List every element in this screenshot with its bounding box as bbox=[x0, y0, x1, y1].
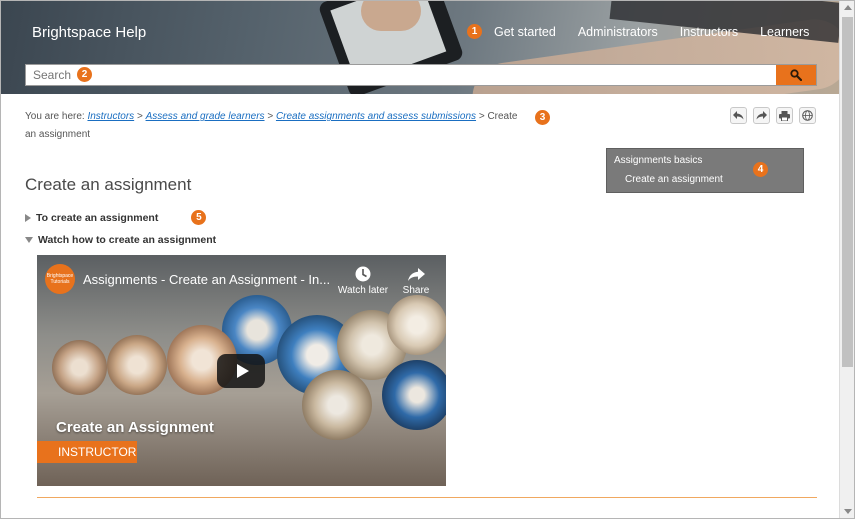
video-bg-roll bbox=[382, 360, 446, 430]
nav-learners[interactable]: Learners bbox=[760, 25, 809, 39]
video-bg-roll bbox=[52, 340, 107, 395]
expander-label: To create an assignment bbox=[36, 211, 159, 224]
video-player[interactable]: Brightspace Tutorials Assignments - Crea… bbox=[37, 255, 446, 486]
language-button[interactable] bbox=[799, 107, 816, 124]
site-title[interactable]: Brightspace Help bbox=[32, 24, 146, 41]
search-bar: 2 bbox=[25, 64, 817, 86]
callout-badge-2: 2 bbox=[77, 67, 92, 82]
breadcrumb-link-instructors[interactable]: Instructors bbox=[87, 111, 134, 122]
caret-right-icon bbox=[25, 213, 31, 222]
page-title: Create an assignment bbox=[25, 175, 192, 194]
expander-watch-how[interactable]: Watch how to create an assignment bbox=[25, 234, 216, 246]
expander-to-create-assignment[interactable]: To create an assignment 5 bbox=[25, 210, 207, 225]
expander-label: Watch how to create an assignment bbox=[38, 234, 217, 246]
search-input[interactable] bbox=[26, 65, 778, 85]
scrollbar-thumb[interactable] bbox=[842, 17, 853, 367]
video-overlay-title: Create an Assignment bbox=[56, 419, 214, 436]
callout-badge-4: 4 bbox=[753, 162, 768, 177]
browser-frame: Brightspace Help 1 Get started Administr… bbox=[0, 0, 855, 519]
forward-arrow-icon bbox=[756, 111, 767, 120]
breadcrumb-prefix: You are here: bbox=[25, 111, 85, 122]
search-button[interactable] bbox=[776, 65, 816, 85]
globe-icon bbox=[802, 110, 813, 121]
share-arrow-icon bbox=[408, 268, 425, 281]
breadcrumb-link-assess[interactable]: Assess and grade learners bbox=[146, 111, 265, 122]
print-button[interactable] bbox=[776, 107, 793, 124]
nav-administrators[interactable]: Administrators bbox=[578, 25, 658, 39]
page-tools bbox=[730, 107, 822, 124]
header-banner: Brightspace Help 1 Get started Administr… bbox=[1, 1, 839, 94]
toc-item-create-assignment[interactable]: Create an assignment bbox=[625, 174, 723, 185]
forward-button[interactable] bbox=[753, 107, 770, 124]
section-divider bbox=[37, 497, 817, 498]
video-bg-roll bbox=[302, 370, 372, 440]
channel-logo[interactable]: Brightspace Tutorials bbox=[45, 264, 75, 294]
top-nav: 1 Get started Administrators Instructors… bbox=[467, 24, 831, 39]
callout-badge-5: 5 bbox=[191, 210, 207, 225]
share-label: Share bbox=[402, 285, 430, 296]
nav-get-started[interactable]: Get started bbox=[494, 25, 556, 39]
banner-photo-hand bbox=[361, 1, 421, 31]
breadcrumb: You are here: Instructors > Assess and g… bbox=[25, 108, 550, 144]
callout-badge-1: 1 bbox=[467, 24, 482, 39]
nav-instructors[interactable]: Instructors bbox=[680, 25, 738, 39]
callout-badge-3: 3 bbox=[535, 110, 550, 125]
back-button[interactable] bbox=[730, 107, 747, 124]
share-button[interactable]: Share bbox=[400, 265, 432, 296]
caret-down-icon bbox=[25, 237, 33, 243]
play-button[interactable] bbox=[217, 354, 265, 388]
search-icon bbox=[790, 69, 802, 81]
vertical-scrollbar[interactable] bbox=[839, 1, 854, 518]
back-arrow-icon bbox=[733, 111, 744, 120]
watch-later-label: Watch later bbox=[337, 285, 389, 296]
topic-toc: Assignments basics Create an assignment … bbox=[606, 148, 804, 193]
video-bg-roll bbox=[107, 335, 167, 395]
scroll-up-icon[interactable] bbox=[844, 5, 852, 10]
watch-later-button[interactable]: Watch later bbox=[335, 265, 391, 296]
scroll-down-icon[interactable] bbox=[844, 509, 852, 514]
breadcrumb-link-create-assignments[interactable]: Create assignments and assess submission… bbox=[276, 111, 476, 122]
clock-icon bbox=[355, 266, 371, 282]
toc-heading[interactable]: Assignments basics bbox=[614, 155, 702, 166]
video-bg-roll bbox=[387, 295, 446, 355]
print-icon bbox=[779, 110, 790, 121]
video-title[interactable]: Assignments - Create an Assignment - In.… bbox=[83, 272, 333, 287]
video-overlay-tag: INSTRUCTOR bbox=[37, 441, 137, 463]
